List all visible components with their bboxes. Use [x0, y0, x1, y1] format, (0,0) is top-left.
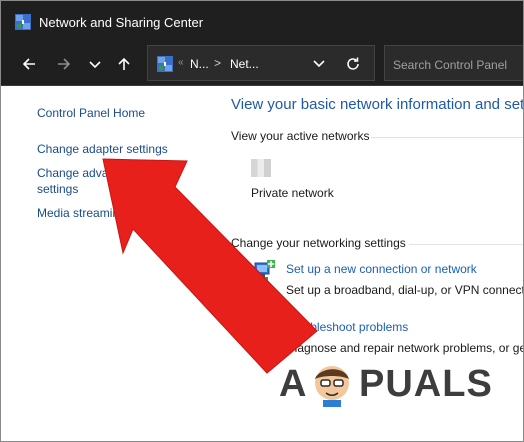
- change-settings-label: Change your networking settings: [231, 236, 406, 250]
- appuals-watermark: A PUALS: [279, 359, 492, 409]
- network-type: Private network: [251, 186, 334, 200]
- left-pane: Control Panel Home Change adapter settin…: [1, 87, 219, 441]
- troubleshoot-problems-link[interactable]: Troubleshoot problems: [286, 320, 408, 334]
- navigation-toolbar: « N... > Net... Search Control Panel: [1, 43, 523, 86]
- up-button[interactable]: [112, 52, 136, 76]
- up-arrow-icon: [118, 57, 130, 70]
- setup-new-connection-link[interactable]: Set up a new connection or network: [286, 262, 477, 276]
- change-advanced-sharing-link[interactable]: Change advanced sharing: [37, 166, 177, 180]
- section-divider: [409, 244, 523, 245]
- section-divider: [371, 137, 523, 138]
- troubleshoot-icon: [253, 320, 273, 337]
- troubleshoot-problems-desc: Diagnose and repair network problems, or…: [286, 341, 523, 355]
- forward-button[interactable]: [52, 52, 76, 76]
- active-networks-label: View your active networks: [231, 129, 370, 143]
- control-panel-icon: [157, 56, 173, 72]
- chevron-down-icon: [89, 61, 101, 69]
- back-arrow-icon: [22, 58, 35, 70]
- network-icon: [251, 159, 271, 177]
- collapsed-path-marker[interactable]: «: [178, 57, 184, 68]
- setup-new-connection-desc: Set up a broadband, dial-up, or VPN conn…: [286, 283, 523, 297]
- search-box[interactable]: Search Control Panel: [384, 45, 523, 81]
- window-title: Network and Sharing Center: [39, 15, 204, 30]
- address-bar[interactable]: « N... > Net...: [147, 45, 375, 81]
- new-connection-icon: [254, 260, 275, 281]
- refresh-icon[interactable]: [344, 55, 362, 73]
- back-button[interactable]: [17, 52, 41, 76]
- network-center-icon: [15, 14, 31, 30]
- breadcrumb-network-internet[interactable]: N...: [190, 57, 209, 71]
- address-dropdown-icon[interactable]: [311, 55, 327, 71]
- change-adapter-settings-link[interactable]: Change adapter settings: [37, 142, 168, 156]
- change-advanced-sharing-link-line2[interactable]: settings: [37, 182, 78, 196]
- mascot-icon: [315, 366, 349, 407]
- search-placeholder: Search Control Panel: [393, 58, 508, 72]
- breadcrumb-separator[interactable]: >: [214, 56, 221, 70]
- window: Network and Sharing Center « N... > Net.…: [0, 0, 524, 442]
- media-streaming-options-link[interactable]: Media streaming options: [37, 206, 168, 220]
- title-bar: Network and Sharing Center: [1, 1, 523, 43]
- breadcrumb-network-sharing[interactable]: Net...: [230, 57, 259, 71]
- watermark-right: PUALS: [359, 363, 493, 405]
- recent-locations-button[interactable]: [83, 52, 107, 76]
- page-title: View your basic network information and …: [231, 96, 524, 113]
- control-panel-home-link[interactable]: Control Panel Home: [37, 106, 145, 120]
- watermark-left: A: [279, 363, 308, 405]
- forward-arrow-icon: [58, 58, 71, 70]
